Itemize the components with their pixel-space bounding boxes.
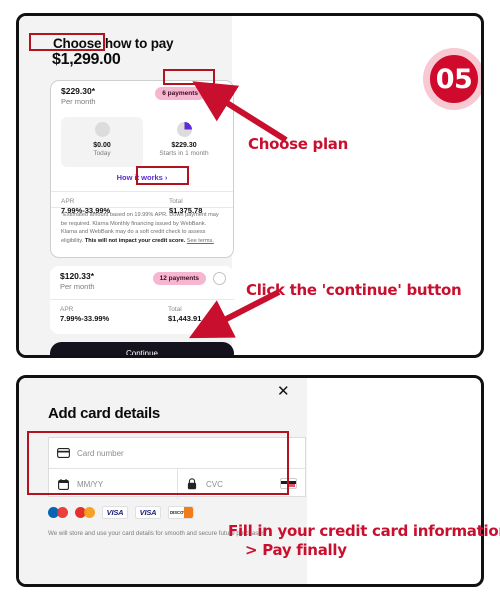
- fineprint-emphasis: This will not impact your credit score.: [84, 237, 187, 244]
- divider: [51, 191, 233, 192]
- plan-period: Per month: [60, 282, 95, 291]
- plan-period: Per month: [61, 97, 96, 106]
- order-total-amount: $1,299.00: [52, 51, 121, 68]
- annotation-choose-plan: Choose plan: [248, 135, 349, 153]
- plan-radio-unselected[interactable]: [213, 272, 226, 285]
- highlight-card-fields: [27, 431, 289, 495]
- step-number-badge-05: 05: [423, 48, 481, 110]
- divider: [51, 207, 233, 208]
- close-icon[interactable]: ✕: [277, 382, 290, 400]
- apr-value: 7.99%-33.99%: [60, 314, 110, 323]
- plan-payments-badge: 12 payments: [152, 272, 206, 285]
- apr-label: APR: [60, 306, 74, 313]
- annotation-fill-card: Fill in your credit card information: [228, 522, 500, 540]
- annotation-pay-finally: > Pay finally: [245, 541, 347, 559]
- visa-icon: VISA: [135, 506, 161, 519]
- highlight-order-amount: [29, 33, 105, 51]
- mastercard-icon: [75, 506, 95, 519]
- continue-button[interactable]: Continue: [50, 342, 234, 355]
- plan-fineprint: *Estimated amount based on 19.99% APR. D…: [61, 211, 223, 246]
- circle-empty-icon: [94, 122, 110, 137]
- schedule-when: Today: [93, 150, 111, 157]
- accepted-card-brands: VISA VISA DISCOVER: [48, 506, 194, 519]
- apr-label: APR: [61, 198, 75, 205]
- visa-icon: VISA: [102, 506, 128, 519]
- maestro-icon: [48, 506, 68, 519]
- discover-icon: DISCOVER: [168, 506, 194, 519]
- total-label: Total: [169, 198, 183, 205]
- plan-price: $229.30*: [61, 86, 96, 96]
- schedule-amount: $0.00: [93, 142, 111, 149]
- schedule-cell-today: $0.00 Today: [61, 117, 143, 167]
- see-terms-link[interactable]: See terms.: [187, 238, 214, 244]
- annotation-click-continue: Click the 'continue' button: [246, 281, 462, 299]
- screenshot-stage: Choose how to pay $1,299.00 $229.30* Per…: [0, 0, 500, 600]
- highlight-plan-total: [136, 166, 189, 185]
- modal-title: Add card details: [48, 405, 160, 422]
- plan-price: $120.33*: [60, 271, 95, 281]
- schedule-when: Starts in 1 month: [159, 150, 209, 157]
